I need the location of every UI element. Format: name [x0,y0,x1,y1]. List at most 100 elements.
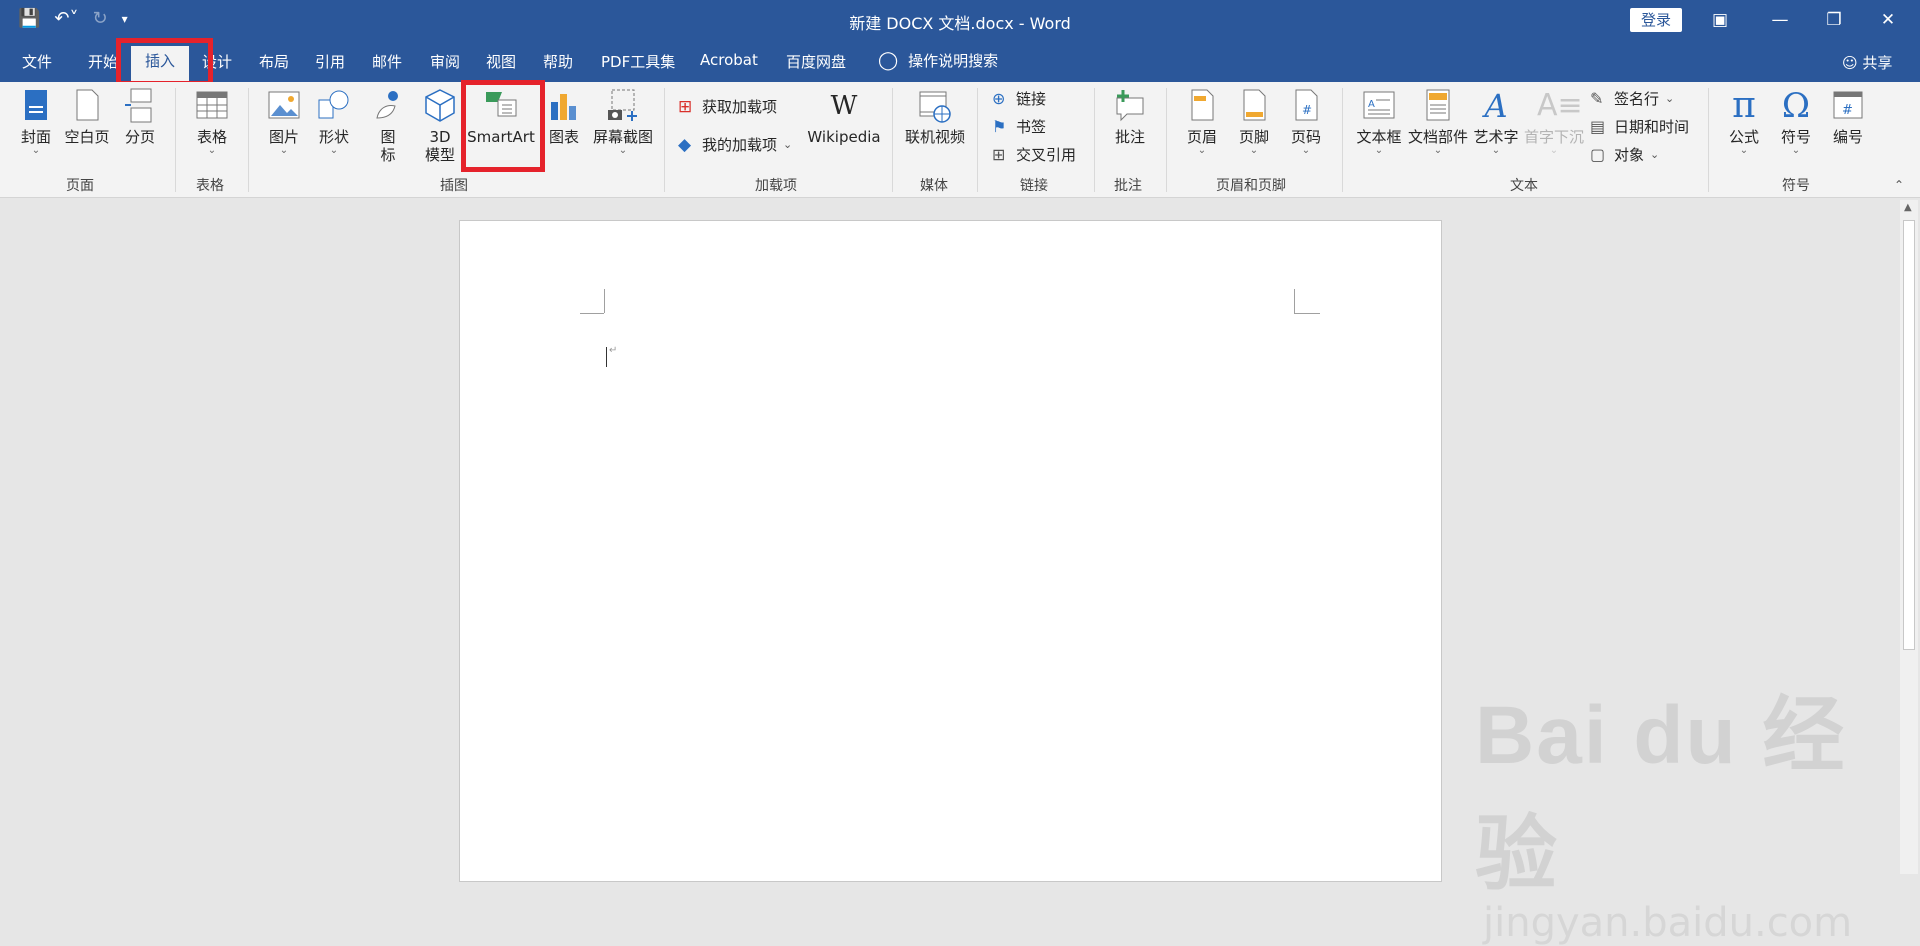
object-icon: ▢ [1590,144,1606,164]
3d-models-button[interactable]: 3D 模型 [420,88,460,164]
wordart-icon: A [1484,87,1508,125]
tab-layout[interactable]: 布局 [259,51,289,72]
group-separator [1708,88,1709,192]
group-label-links: 链接 [1020,178,1048,194]
numbering-button[interactable]: # 编号 [1828,88,1868,146]
cross-reference-icon: ⊞ [992,144,1006,164]
chart-icon [551,94,576,120]
share-label: 共享 [1862,54,1893,72]
minimize-icon[interactable]: — [1760,6,1800,34]
drop-cap-icon: A≡ [1537,88,1583,123]
page-number-button[interactable]: # 页码 ⌄ [1286,88,1326,156]
tab-view[interactable]: 视图 [486,51,516,72]
date-time-button[interactable]: ▤ 日期和时间 [1590,116,1689,137]
bookmark-button[interactable]: ⚑ 书签 [992,116,1046,137]
tab-review[interactable]: 审阅 [430,51,460,72]
screenshot-button[interactable]: 屏幕截图 ⌄ [590,88,656,156]
blank-page-button[interactable]: 空白页 [62,88,112,146]
tell-me-search[interactable]: ◯ 操作说明搜索 [878,50,998,71]
chart-button[interactable]: 图表 [544,88,584,146]
chevron-down-icon: ⌄ [1665,92,1675,105]
new-comment-button[interactable]: 批注 [1110,88,1150,146]
screenshot-icon [608,89,637,121]
scroll-thumb[interactable] [1903,220,1915,650]
collapse-ribbon-icon[interactable]: ⌃ [1894,178,1904,192]
equation-button[interactable]: π 公式 ⌄ [1724,88,1764,156]
group-label-symbols: 符号 [1782,178,1810,194]
blank-page-icon [76,89,99,121]
group-separator [664,88,665,192]
online-video-button[interactable]: 联机视频 [904,88,966,146]
my-addins-button[interactable]: ◆ 我的加载项 ⌄ [678,134,792,155]
ribbon-tab-bar: 文件 开始 设计 插入 布局 引用 邮件 审阅 视图 帮助 PDF工具集 Acr… [0,40,1920,82]
header-button[interactable]: 页眉 ⌄ [1182,88,1222,156]
icons-button[interactable]: 图标 [368,88,408,164]
page-break-button[interactable]: 分页 [120,88,160,146]
group-label-illustrations: 插图 [440,178,468,194]
object-button[interactable]: ▢ 对象 ⌄ [1590,144,1659,165]
page-break-icon [125,88,152,123]
margin-mark-right-vertical [1294,289,1295,313]
close-icon[interactable]: ✕ [1868,6,1908,34]
header-icon [1191,89,1214,121]
table-button[interactable]: 表格 ⌄ [190,88,234,156]
group-label-header-footer: 页眉和页脚 [1216,178,1286,194]
icons-icon [376,91,398,119]
scroll-up-icon[interactable]: ▲ [1904,202,1912,213]
numbering-icon: # [1833,91,1863,119]
watermark-url: jingyan.baidu.com [1483,900,1853,946]
cover-page-icon [25,90,47,120]
group-separator [977,88,978,192]
globe-link-icon: ⊕ [992,88,1006,108]
tab-baidu-netdisk[interactable]: 百度网盘 [786,51,846,72]
tab-references[interactable]: 引用 [315,51,345,72]
group-separator [892,88,893,192]
signature-line-button[interactable]: ✎ 签名行 ⌄ [1590,88,1674,109]
tab-file[interactable]: 文件 [22,51,52,72]
vertical-scrollbar[interactable]: ▲ [1900,200,1918,874]
bookmark-flag-icon: ⚑ [992,116,1007,136]
quick-parts-icon [1426,89,1450,121]
group-separator [175,88,176,192]
text-box-button[interactable]: A 文本框 ⌄ [1354,88,1404,156]
tab-mailings[interactable]: 邮件 [372,51,402,72]
group-label-media: 媒体 [920,178,948,194]
tab-acrobat[interactable]: Acrobat [700,51,758,69]
link-button[interactable]: ⊕ 链接 [992,88,1046,109]
paragraph-mark-icon: ↵ [609,345,618,356]
tab-help[interactable]: 帮助 [543,51,573,72]
tab-pdf-tools[interactable]: PDF工具集 [601,51,675,72]
ribbon-display-icon[interactable]: ▣ [1700,6,1740,34]
picture-icon [268,91,300,119]
text-box-icon: A [1363,91,1395,119]
login-button[interactable]: 登录 [1630,8,1682,32]
wikipedia-button[interactable]: W Wikipedia [806,88,882,146]
wordart-button[interactable]: A 艺术字 ⌄ [1472,88,1520,156]
footer-button[interactable]: 页脚 ⌄ [1234,88,1274,156]
tab-highlight-box [116,38,213,86]
shapes-button[interactable]: 形状 ⌄ [314,88,354,156]
get-addins-button[interactable]: ⊞ 获取加载项 [678,96,777,117]
document-page[interactable]: ↵ [459,220,1442,882]
footer-icon [1243,89,1266,121]
person-icon: ☺ [1842,54,1858,72]
table-icon [196,91,228,119]
tab-home[interactable]: 开始 [88,51,118,72]
group-separator [1094,88,1095,192]
restore-icon[interactable]: ❐ [1814,6,1854,34]
signature-icon: ✎ [1590,88,1604,108]
symbol-button[interactable]: Ω 符号 ⌄ [1776,88,1816,156]
watermark: Bai du 经验 jingyan.baidu.com [1475,668,1875,946]
cover-page-button[interactable]: 封面 ⌄ [16,88,56,156]
picture-button[interactable]: 图片 ⌄ [264,88,304,156]
cross-reference-button[interactable]: ⊞ 交叉引用 [992,144,1076,165]
group-label-tables: 表格 [196,178,224,194]
share-button[interactable]: ☺ 共享 [1842,52,1892,73]
cube-icon [425,89,455,122]
tell-me-label: 操作说明搜索 [908,52,999,70]
quick-parts-button[interactable]: 文档部件 ⌄ [1408,88,1468,156]
svg-text:#: # [1842,103,1853,118]
margin-mark-left-vertical [604,289,605,313]
comment-plus-icon [1116,90,1144,122]
omega-icon: Ω [1781,86,1811,126]
